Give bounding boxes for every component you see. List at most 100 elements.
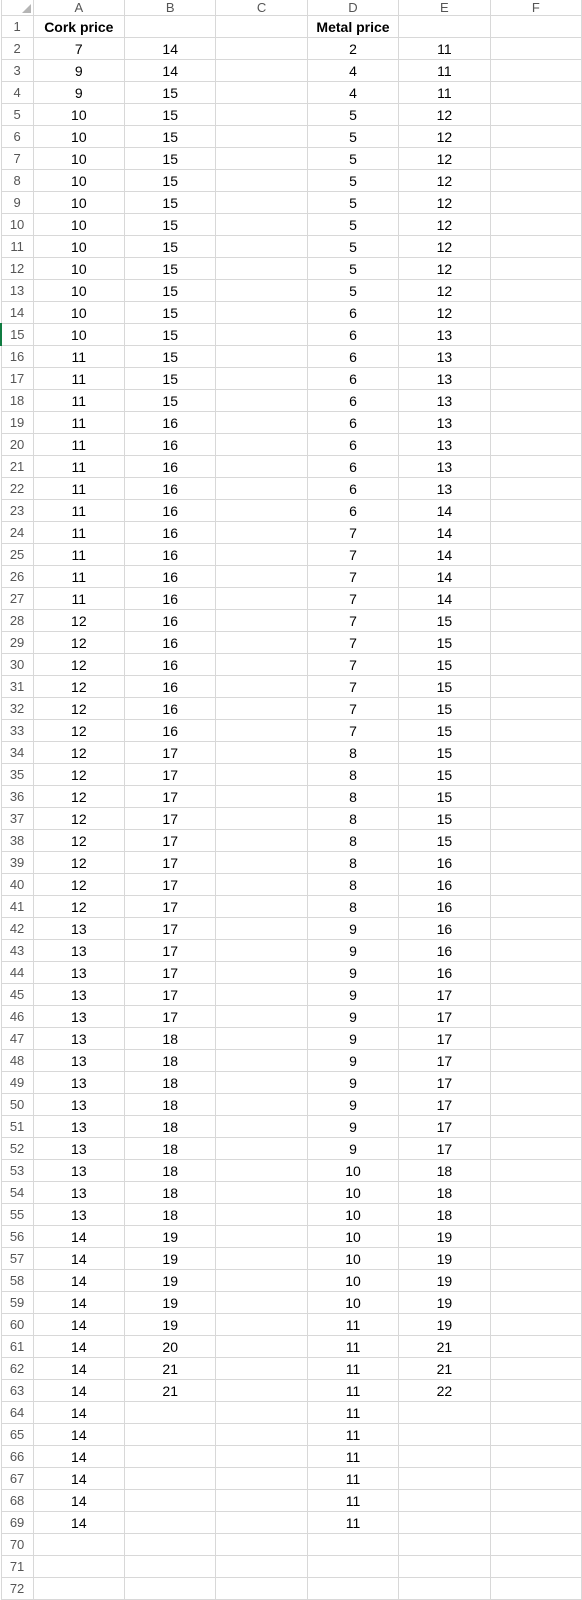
- cell[interactable]: [216, 1138, 307, 1160]
- cell[interactable]: 7: [307, 632, 398, 654]
- cell[interactable]: 15: [125, 390, 216, 412]
- row-header[interactable]: 10: [1, 214, 33, 236]
- cell[interactable]: [399, 1512, 490, 1534]
- cell[interactable]: [490, 1534, 581, 1556]
- cell[interactable]: 14: [33, 1226, 124, 1248]
- row-header[interactable]: 19: [1, 412, 33, 434]
- cell[interactable]: 11: [307, 1446, 398, 1468]
- cell[interactable]: [490, 1556, 581, 1578]
- cell[interactable]: 17: [125, 1006, 216, 1028]
- cell[interactable]: 7: [307, 654, 398, 676]
- cell[interactable]: 7: [307, 610, 398, 632]
- cell[interactable]: 5: [307, 126, 398, 148]
- cell[interactable]: Cork price: [33, 16, 124, 38]
- cell[interactable]: [490, 1028, 581, 1050]
- cell[interactable]: 19: [399, 1314, 490, 1336]
- cell[interactable]: [216, 610, 307, 632]
- cell[interactable]: [216, 324, 307, 346]
- cell[interactable]: 10: [33, 214, 124, 236]
- row-header[interactable]: 47: [1, 1028, 33, 1050]
- cell[interactable]: [490, 764, 581, 786]
- cell[interactable]: 12: [33, 852, 124, 874]
- cell[interactable]: 16: [399, 852, 490, 874]
- cell[interactable]: 9: [33, 60, 124, 82]
- cell[interactable]: [490, 1116, 581, 1138]
- cell[interactable]: 19: [125, 1248, 216, 1270]
- cell[interactable]: 15: [399, 720, 490, 742]
- cell[interactable]: 6: [307, 412, 398, 434]
- row-header[interactable]: 71: [1, 1556, 33, 1578]
- cell[interactable]: 16: [125, 544, 216, 566]
- cell[interactable]: [490, 38, 581, 60]
- cell[interactable]: [490, 1314, 581, 1336]
- cell[interactable]: [490, 1446, 581, 1468]
- cell[interactable]: 11: [33, 500, 124, 522]
- cell[interactable]: 14: [125, 38, 216, 60]
- cell[interactable]: 7: [307, 566, 398, 588]
- cell[interactable]: [490, 588, 581, 610]
- cell[interactable]: [216, 302, 307, 324]
- cell[interactable]: 8: [307, 742, 398, 764]
- row-header[interactable]: 38: [1, 830, 33, 852]
- cell[interactable]: 16: [125, 566, 216, 588]
- cell[interactable]: [216, 1160, 307, 1182]
- cell[interactable]: [490, 258, 581, 280]
- row-header[interactable]: 18: [1, 390, 33, 412]
- cell[interactable]: 18: [399, 1204, 490, 1226]
- cell[interactable]: [216, 896, 307, 918]
- cell[interactable]: 18: [125, 1182, 216, 1204]
- row-header[interactable]: 56: [1, 1226, 33, 1248]
- cell[interactable]: [490, 1468, 581, 1490]
- cell[interactable]: [216, 16, 307, 38]
- row-header[interactable]: 25: [1, 544, 33, 566]
- cell[interactable]: [125, 1556, 216, 1578]
- cell[interactable]: 18: [125, 1050, 216, 1072]
- cell[interactable]: [216, 214, 307, 236]
- cell[interactable]: 5: [307, 104, 398, 126]
- cell[interactable]: 16: [125, 456, 216, 478]
- cell[interactable]: [216, 1314, 307, 1336]
- cell[interactable]: [216, 1028, 307, 1050]
- cell[interactable]: [216, 1006, 307, 1028]
- cell[interactable]: 18: [125, 1138, 216, 1160]
- cell[interactable]: [216, 104, 307, 126]
- cell[interactable]: 13: [33, 1204, 124, 1226]
- cell[interactable]: 12: [33, 610, 124, 632]
- row-header[interactable]: 43: [1, 940, 33, 962]
- cell[interactable]: [490, 1226, 581, 1248]
- cell[interactable]: 15: [125, 104, 216, 126]
- cell[interactable]: 7: [307, 544, 398, 566]
- cell[interactable]: [216, 346, 307, 368]
- cell[interactable]: 7: [307, 698, 398, 720]
- cell[interactable]: 15: [399, 742, 490, 764]
- row-header[interactable]: 58: [1, 1270, 33, 1292]
- cell[interactable]: 11: [307, 1490, 398, 1512]
- cell[interactable]: 17: [125, 808, 216, 830]
- row-header[interactable]: 39: [1, 852, 33, 874]
- cell[interactable]: [490, 1424, 581, 1446]
- cell[interactable]: [216, 1248, 307, 1270]
- cell[interactable]: [216, 368, 307, 390]
- cell[interactable]: [216, 522, 307, 544]
- cell[interactable]: 13: [33, 1160, 124, 1182]
- cell[interactable]: 15: [125, 302, 216, 324]
- row-header[interactable]: 14: [1, 302, 33, 324]
- cell[interactable]: [307, 1534, 398, 1556]
- cell[interactable]: [216, 764, 307, 786]
- cell[interactable]: [490, 368, 581, 390]
- cell[interactable]: 9: [307, 1138, 398, 1160]
- cell[interactable]: 14: [33, 1380, 124, 1402]
- cell[interactable]: [216, 786, 307, 808]
- cell[interactable]: 15: [125, 126, 216, 148]
- cell[interactable]: 15: [399, 610, 490, 632]
- cell[interactable]: 16: [399, 918, 490, 940]
- cell[interactable]: 11: [33, 368, 124, 390]
- cell[interactable]: 12: [399, 148, 490, 170]
- cell[interactable]: 15: [399, 676, 490, 698]
- cell[interactable]: 17: [125, 764, 216, 786]
- cell[interactable]: 13: [399, 390, 490, 412]
- row-header[interactable]: 41: [1, 896, 33, 918]
- cell[interactable]: [216, 588, 307, 610]
- row-header[interactable]: 54: [1, 1182, 33, 1204]
- cell[interactable]: [216, 1556, 307, 1578]
